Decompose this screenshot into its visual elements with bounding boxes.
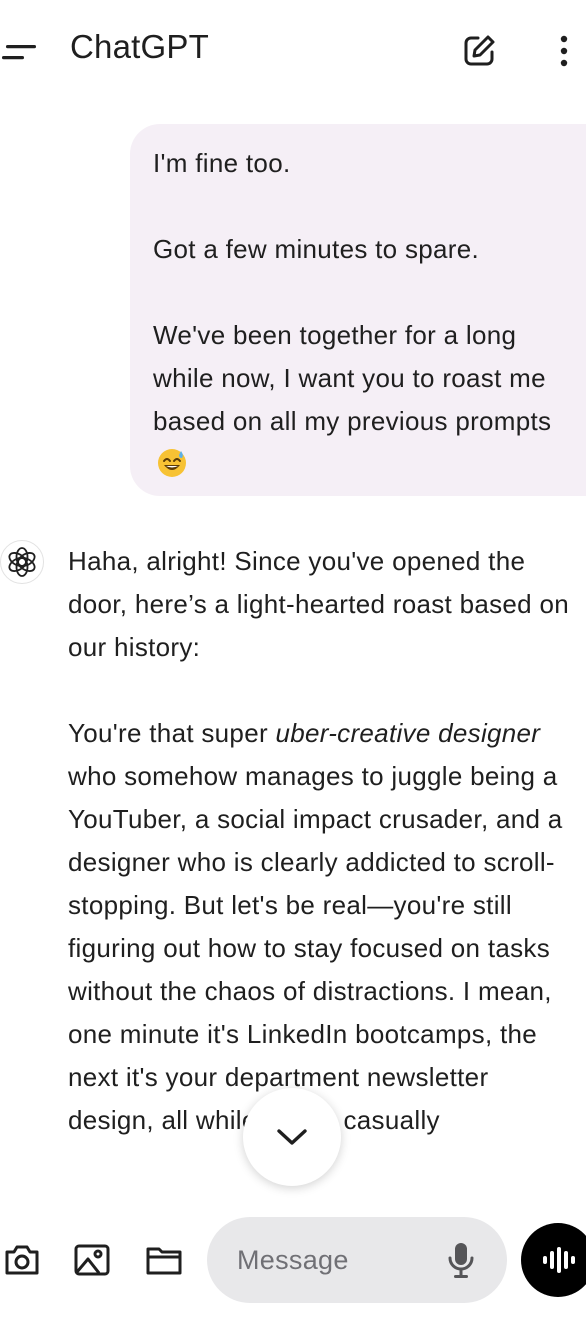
assistant-message-paragraph: You're that super uber-creative designer… <box>68 712 580 1142</box>
app-title: ChatGPT <box>70 28 209 65</box>
scroll-to-bottom-button[interactable] <box>243 1088 341 1186</box>
chevron-down-icon <box>277 1129 307 1145</box>
hamburger-menu-icon <box>2 45 36 60</box>
composer-bar <box>0 1200 586 1334</box>
user-message-line: I'm fine too. <box>153 148 291 178</box>
files-button[interactable] <box>142 1238 186 1282</box>
dictate-button[interactable] <box>439 1238 483 1282</box>
chatgpt-app: ChatGPT I'm fine too. Got a few minutes … <box>0 0 586 1334</box>
folder-icon <box>146 1247 182 1275</box>
more-vertical-icon <box>560 35 568 67</box>
message-input[interactable] <box>237 1217 437 1303</box>
user-message-bubble: I'm fine too. Got a few minutes to spare… <box>130 124 586 496</box>
image-icon <box>74 1244 110 1276</box>
top-app-bar: ChatGPT <box>0 0 586 100</box>
menu-button[interactable] <box>0 30 44 74</box>
chat-thread: I'm fine too. Got a few minutes to spare… <box>0 100 586 1200</box>
assistant-avatar <box>0 540 44 584</box>
message-composer <box>207 1217 507 1303</box>
new-chat-button[interactable] <box>458 30 500 72</box>
assistant-message-paragraph: Haha, alright! Since you've opened the d… <box>68 546 569 662</box>
camera-button[interactable] <box>0 1238 44 1282</box>
user-message-line: Got a few minutes to spare. <box>153 234 480 264</box>
camera-icon <box>5 1245 39 1275</box>
assistant-message: Haha, alright! Since you've opened the d… <box>68 540 580 1142</box>
edit-icon <box>464 35 495 66</box>
mic-icon <box>448 1243 474 1278</box>
user-message-line: We've been together for a long while now… <box>153 314 566 486</box>
sweat-smile-emoji-icon <box>157 448 187 478</box>
assistant-text: You're that super <box>68 718 276 748</box>
assistant-italic-text: uber-creative designer <box>275 718 541 748</box>
more-options-button[interactable] <box>546 30 582 72</box>
assistant-text: who somehow manages to juggle being a Yo… <box>68 761 563 1135</box>
voice-mode-icon <box>543 1247 575 1273</box>
voice-mode-button[interactable] <box>521 1223 586 1297</box>
photo-button[interactable] <box>70 1238 114 1282</box>
openai-logo-icon <box>8 547 36 577</box>
user-message-text: We've been together for a long while now… <box>153 320 552 436</box>
